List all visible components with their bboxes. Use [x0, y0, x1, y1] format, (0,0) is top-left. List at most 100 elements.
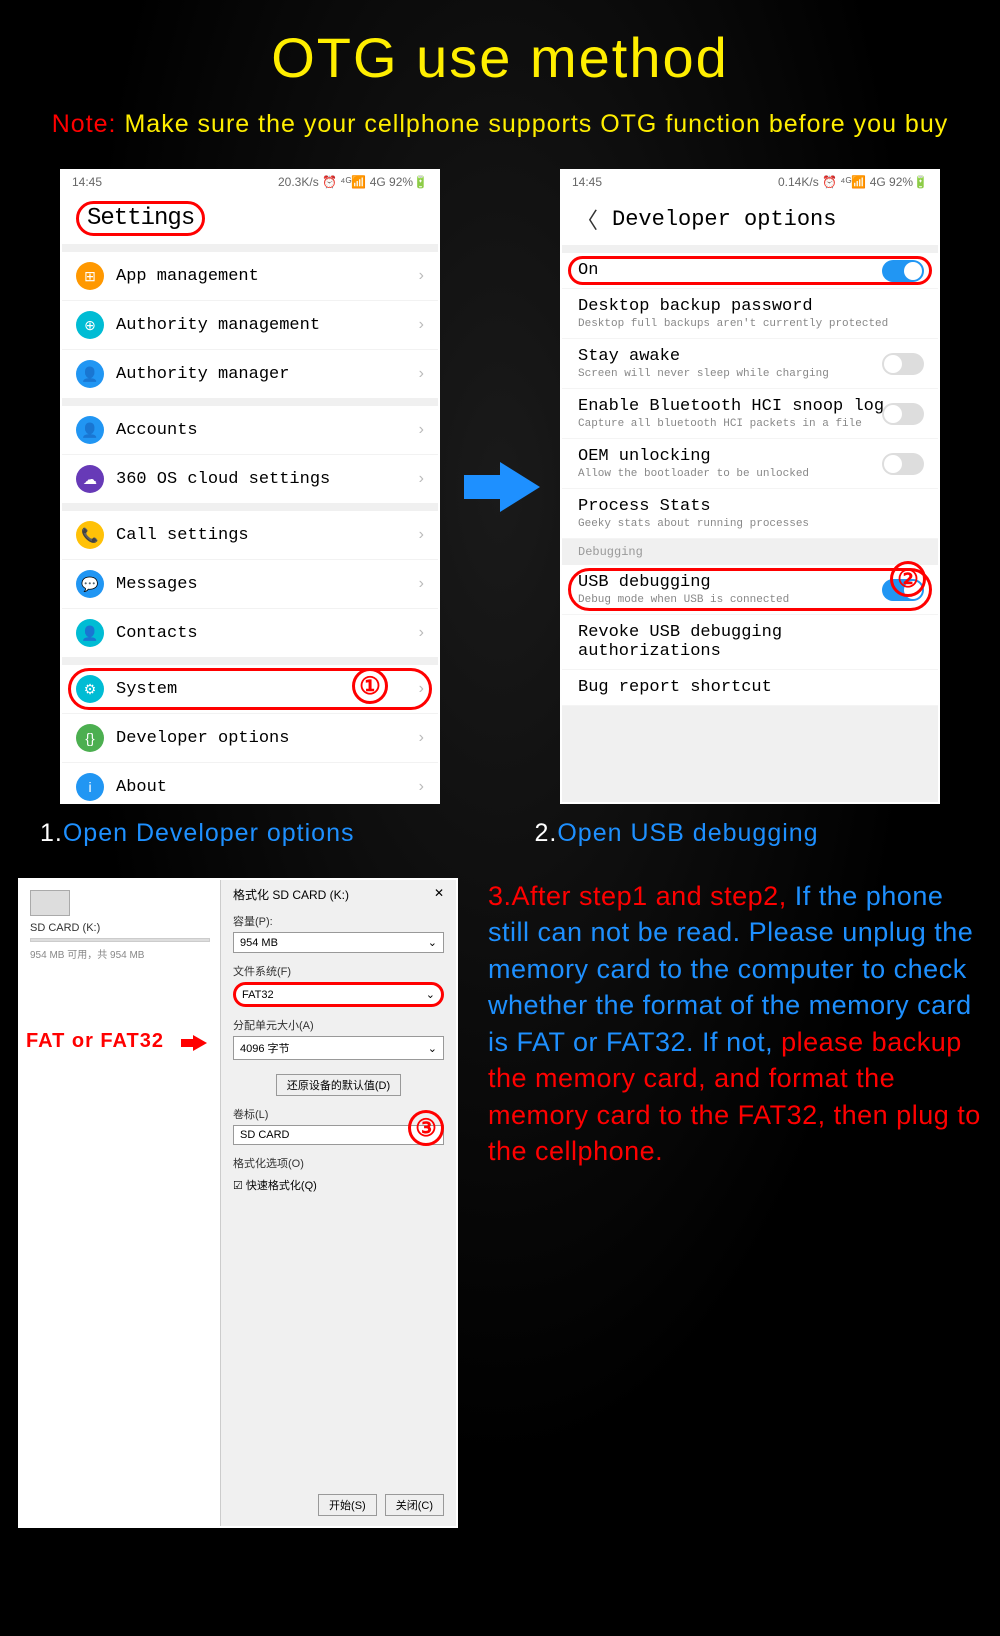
quick-format-label: 快速格式化(Q) — [246, 1180, 317, 1192]
dev-row-sub: Debug mode when USB is connected — [578, 594, 922, 606]
dev-row-title: Stay awake — [578, 347, 922, 366]
row-label: Contacts — [116, 624, 419, 643]
dev-row-title: Desktop backup password — [578, 297, 922, 316]
chevron-right-icon: › — [419, 778, 424, 796]
chevron-down-icon: ⌄ — [426, 988, 435, 1001]
settings-row[interactable]: 👤Accounts› — [62, 406, 438, 455]
settings-group: 📞Call settings›💬Messages›👤Contacts› — [62, 511, 438, 657]
drive-label: SD CARD (K:) — [30, 922, 210, 934]
volume-value: SD CARD — [240, 1129, 290, 1141]
dev-row[interactable]: Stay awake Screen will never sleep while … — [562, 339, 938, 389]
settings-row[interactable]: 👤 Contacts› — [62, 609, 438, 657]
chevron-right-icon: › — [419, 575, 424, 593]
row-label: About — [116, 778, 419, 797]
status-time: 14:45 — [572, 175, 602, 189]
toggle-switch[interactable] — [882, 260, 924, 282]
row-icon: ⊞ — [76, 262, 104, 290]
fat-arrow-icon — [193, 1035, 207, 1051]
dev-row[interactable]: OEM unlocking Allow the bootloader to be … — [562, 439, 938, 489]
row-icon: 💬 — [76, 570, 104, 598]
dev-row-title: Process Stats — [578, 497, 922, 516]
settings-row[interactable]: 📞 Call settings› — [62, 511, 438, 560]
row-icon: i — [76, 773, 104, 801]
step-number-2: ② — [890, 561, 926, 597]
chevron-right-icon: › — [419, 365, 424, 383]
row-label: Accounts — [116, 421, 419, 440]
capacity-value: 954 MB — [240, 937, 278, 949]
dev-row[interactable]: Desktop backup passwordDesktop full back… — [562, 289, 938, 339]
dev-row-sub: Allow the bootloader to be unlocked — [578, 468, 922, 480]
instr-red1: After step1 and step2, — [512, 881, 787, 911]
chevron-right-icon: › — [419, 316, 424, 334]
note-label: Note: — [52, 110, 117, 138]
restore-defaults-button[interactable]: 还原设备的默认值(D) — [276, 1074, 401, 1096]
panels-row: 14:45 20.3K/s ⏰ ⁴ᴳ📶 4G 92%🔋 Settings ⊞Ap… — [0, 169, 1000, 804]
options-label: 格式化选项(O) — [233, 1155, 444, 1171]
page-title: OTG use method — [0, 0, 1000, 90]
chevron-down-icon: ⌄ — [428, 1042, 437, 1055]
sd-left-pane: SD CARD (K:) 954 MB 可用，共 954 MB — [20, 880, 220, 1526]
alloc-field[interactable]: 4096 字节⌄ — [233, 1036, 444, 1060]
dialog-title: 格式化 SD CARD (K:) — [233, 886, 349, 903]
format-dialog: 格式化 SD CARD (K:)✕ 容量(P): 954 MB⌄ 文件系统(F)… — [220, 880, 456, 1526]
quick-format-checkbox[interactable]: ☑ 快速格式化(Q) — [233, 1177, 444, 1193]
close-button[interactable]: 关闭(C) — [385, 1494, 444, 1516]
row-icon: 👤 — [76, 619, 104, 647]
dev-row[interactable]: USB debuggingDebug mode when USB is conn… — [562, 565, 938, 615]
fat-hint-label: FAT or FAT32 — [26, 1030, 164, 1053]
dev-row-sub: Capture all bluetooth HCI packets in a f… — [578, 418, 922, 430]
filesystem-value: FAT32 — [242, 989, 274, 1001]
settings-row[interactable]: ⊞App management› — [62, 252, 438, 301]
status-bar: 14:45 0.14K/s ⏰ ⁴ᴳ📶 4G 92%🔋 — [562, 171, 938, 193]
row-icon: 📞 — [76, 521, 104, 549]
row-icon: ⊕ — [76, 311, 104, 339]
dev-row[interactable]: Revoke USB debugging authorizations — [562, 615, 938, 670]
chevron-right-icon: › — [419, 680, 424, 698]
note-line: Note: Make sure the your cellphone suppo… — [0, 110, 1000, 139]
dev-row[interactable]: Process StatsGeeky stats about running p… — [562, 489, 938, 539]
capacity-field[interactable]: 954 MB⌄ — [233, 932, 444, 953]
row-label: Messages — [116, 575, 419, 594]
filesystem-label: 文件系统(F) — [233, 963, 444, 979]
settings-row[interactable]: 👤Authority manager› — [62, 350, 438, 398]
status-time: 14:45 — [72, 175, 102, 189]
drive-sub: 954 MB 可用，共 954 MB — [30, 946, 210, 961]
caption-1-num: 1. — [40, 819, 63, 847]
dev-row[interactable]: Enable Bluetooth HCI snoop log Capture al… — [562, 389, 938, 439]
filesystem-field[interactable]: FAT32 ⌄ — [233, 982, 444, 1007]
row-icon: ☁ — [76, 465, 104, 493]
drive-icon — [30, 890, 70, 916]
chevron-right-icon: › — [419, 624, 424, 642]
dev-row-sub: Screen will never sleep while charging — [578, 368, 922, 380]
chevron-right-icon: › — [419, 729, 424, 747]
settings-group: 👤Accounts› ☁ 360 OS cloud settings› — [62, 406, 438, 503]
row-label: Call settings — [116, 526, 419, 545]
step-number-3: ③ — [408, 1110, 444, 1146]
row-label: 360 OS cloud settings — [116, 470, 419, 489]
dev-row[interactable]: Bug report shortcut — [562, 670, 938, 706]
note-text: Make sure the your cellphone supports OT… — [124, 110, 948, 138]
settings-row[interactable]: ⊕ Authority management› — [62, 301, 438, 350]
back-icon[interactable]: 〈 — [576, 203, 598, 235]
settings-group: ⊞App management›⊕Authority management›👤A… — [62, 252, 438, 398]
row-label: Authority management — [116, 316, 419, 335]
dev-row-title: Bug report shortcut — [578, 678, 922, 697]
settings-row[interactable]: {}Developer options› — [62, 714, 438, 763]
chevron-right-icon: › — [419, 526, 424, 544]
dev-row[interactable]: On — [562, 253, 938, 289]
debugging-section-label: Debugging — [562, 539, 938, 565]
toggle-switch[interactable] — [882, 403, 924, 425]
settings-row[interactable]: i About› — [62, 763, 438, 804]
dev-row-title: Enable Bluetooth HCI snoop log — [578, 397, 922, 416]
caption-1-text: Open Developer options — [63, 819, 355, 847]
toggle-switch[interactable] — [882, 353, 924, 375]
settings-row[interactable]: ☁ 360 OS cloud settings› — [62, 455, 438, 503]
chevron-right-icon: › — [419, 470, 424, 488]
settings-header: Settings — [62, 193, 438, 244]
start-button[interactable]: 开始(S) — [318, 1494, 377, 1516]
close-icon[interactable]: ✕ — [434, 886, 444, 903]
caption-2-num: 2. — [534, 819, 557, 847]
toggle-switch[interactable] — [882, 453, 924, 475]
settings-row[interactable]: 💬 Messages› — [62, 560, 438, 609]
dev-row-title: OEM unlocking — [578, 447, 922, 466]
